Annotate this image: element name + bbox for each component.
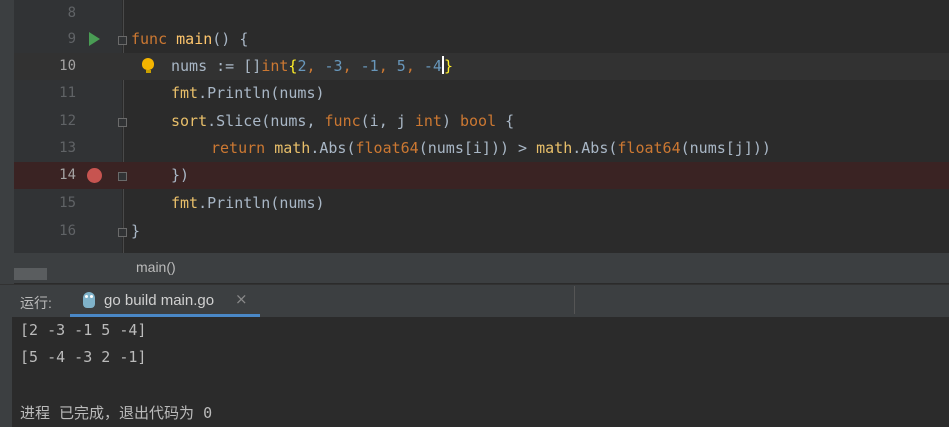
panel-divider <box>574 286 575 314</box>
code-text[interactable]: func main() { <box>131 26 248 53</box>
code-line-15[interactable]: 15 fmt.Println(nums) <box>0 190 949 217</box>
code-line-14[interactable]: 14 }) <box>0 162 949 189</box>
console-tool-strip <box>0 317 12 427</box>
run-gutter-icon[interactable] <box>89 32 100 46</box>
tab-title: go build main.go <box>104 292 215 309</box>
code-text[interactable]: } <box>131 218 140 245</box>
breadcrumb[interactable]: main() <box>136 259 176 275</box>
code-line-12[interactable]: 12 sort.Slice(nums, func(i, j int) bool … <box>0 108 949 135</box>
fold-icon[interactable] <box>118 172 127 181</box>
left-tool-strip <box>0 0 14 285</box>
console-output[interactable]: [2 -3 -1 5 -4] [5 -4 -3 2 -1] 进程 已完成，退出代… <box>0 317 949 427</box>
close-icon[interactable]: × <box>235 290 248 308</box>
line-number: 14 <box>59 167 76 183</box>
console-line: [5 -4 -3 2 -1] <box>20 348 147 366</box>
line-number: 16 <box>59 223 76 239</box>
code-text[interactable]: nums := []int{2, -3, -1, 5, -4} <box>171 53 453 80</box>
line-number: 12 <box>59 113 76 129</box>
fold-icon[interactable] <box>118 228 127 237</box>
tab-go-build[interactable]: go build main.go × <box>70 285 260 317</box>
code-line-11[interactable]: 11 fmt.Println(nums) <box>0 80 949 107</box>
code-text[interactable]: fmt.Println(nums) <box>171 190 325 217</box>
code-text[interactable]: fmt.Println(nums) <box>171 80 325 107</box>
breadcrumb-bar: main() <box>14 253 949 283</box>
go-file-icon <box>83 292 95 308</box>
console-line: [2 -3 -1 5 -4] <box>20 321 147 339</box>
line-number: 8 <box>67 5 76 21</box>
code-line-10[interactable]: 10 nums := []int{2, -3, -1, 5, -4} <box>0 53 949 80</box>
lightbulb-icon[interactable] <box>142 58 154 73</box>
run-panel-header: 运行: go build main.go × <box>0 284 949 317</box>
line-number: 10 <box>59 58 76 74</box>
line-number: 15 <box>59 195 76 211</box>
code-editor[interactable]: 8 9 func main() { 10 nums := []int{2, -3… <box>0 0 949 253</box>
horizontal-scrollbar[interactable] <box>14 268 47 280</box>
fold-icon[interactable] <box>118 36 127 45</box>
fold-icon[interactable] <box>118 118 127 127</box>
line-number: 9 <box>67 31 76 47</box>
code-line-9[interactable]: 9 func main() { <box>0 26 949 53</box>
run-panel-label: 运行: <box>20 295 52 311</box>
code-text[interactable]: sort.Slice(nums, func(i, j int) bool { <box>171 108 514 135</box>
code-line-8[interactable]: 8 <box>0 0 949 27</box>
code-text[interactable]: }) <box>171 162 189 189</box>
console-line: 进程 已完成，退出代码为 0 <box>20 404 213 422</box>
code-line-13[interactable]: 13 return math.Abs(float64(nums[i])) > m… <box>0 135 949 162</box>
code-text[interactable]: return math.Abs(float64(nums[i])) > math… <box>211 135 771 162</box>
code-line-16[interactable]: 16 } <box>0 218 949 245</box>
line-number: 11 <box>59 85 76 101</box>
breakpoint-icon[interactable] <box>87 168 102 183</box>
line-number: 13 <box>59 140 76 156</box>
